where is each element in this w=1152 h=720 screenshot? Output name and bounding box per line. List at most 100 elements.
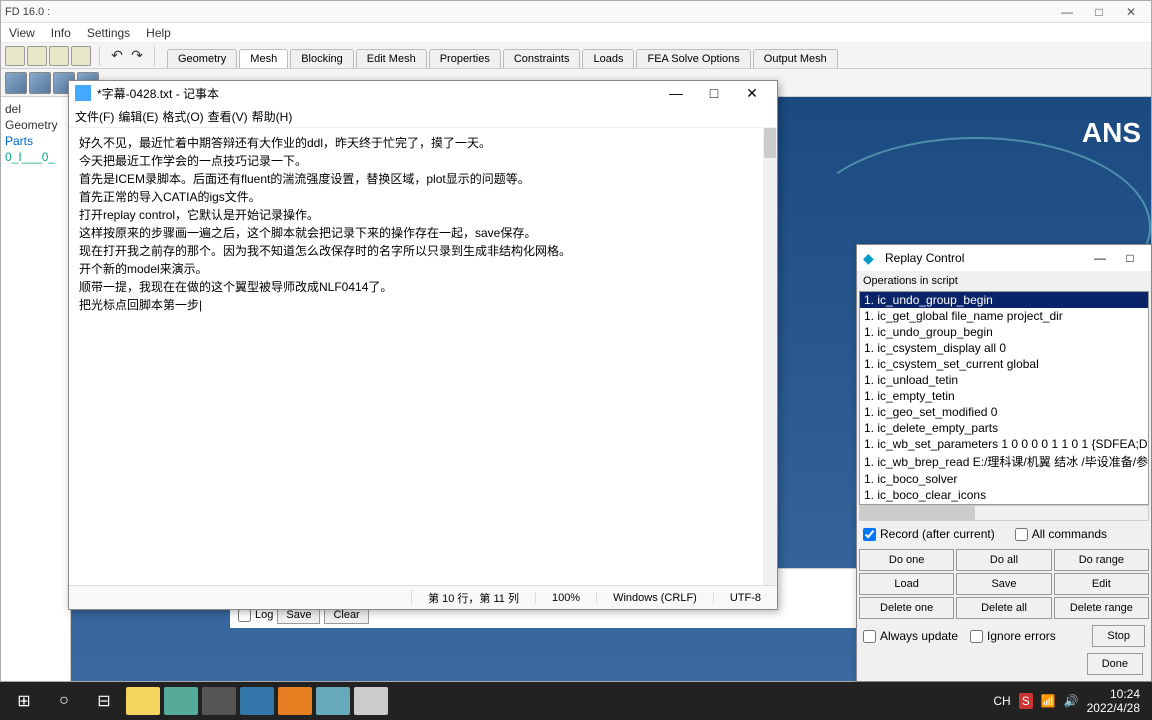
notepad-scrollbar[interactable] xyxy=(763,127,777,585)
tool-icon[interactable] xyxy=(27,46,47,66)
cortana-button[interactable]: ○ xyxy=(44,683,84,719)
list-item[interactable]: 1. ic_undo_group_begin xyxy=(860,324,1148,340)
notepad-menu: 文件(F) 编辑(E) 格式(O) 查看(V) 帮助(H) xyxy=(69,105,777,127)
notepad-text-area[interactable]: 好久不见，最近忙着中期答辩还有大作业的ddl，昨天终于忙完了，摸了一天。 今天把… xyxy=(69,127,777,585)
scroll-thumb[interactable] xyxy=(764,128,776,158)
menu-view[interactable]: 查看(V) xyxy=(208,108,248,125)
explorer-icon[interactable] xyxy=(126,687,160,715)
close-button[interactable]: ✕ xyxy=(1115,3,1147,21)
ime-indicator[interactable]: CH xyxy=(993,694,1010,708)
log-checkbox[interactable] xyxy=(238,609,251,622)
allcmd-checkbox[interactable] xyxy=(1015,528,1028,541)
minimize-button[interactable]: — xyxy=(1051,3,1083,21)
start-button[interactable]: ⊞ xyxy=(4,683,44,719)
stop-button[interactable]: Stop xyxy=(1092,625,1145,647)
list-item[interactable]: 1. ic_empty_tetin xyxy=(860,388,1148,404)
tree-node-leaf[interactable]: 0_I___0_ xyxy=(3,149,68,165)
tab-fea-solve[interactable]: FEA Solve Options xyxy=(636,49,750,68)
ignore-errors-checkbox[interactable] xyxy=(970,630,983,643)
save-button[interactable]: Save xyxy=(956,573,1051,595)
list-item[interactable]: 1. ic_unload_tetin xyxy=(860,372,1148,388)
app-icon[interactable] xyxy=(316,687,350,715)
terminal-icon[interactable] xyxy=(202,687,236,715)
tab-mesh[interactable]: Mesh xyxy=(239,49,288,68)
tab-loads[interactable]: Loads xyxy=(582,49,634,68)
tab-output-mesh[interactable]: Output Mesh xyxy=(753,49,838,68)
notepad-content[interactable]: 好久不见，最近忙着中期答辩还有大作业的ddl，昨天终于忙完了，摸了一天。 今天把… xyxy=(79,134,767,314)
status-position: 第 10 行，第 11 列 xyxy=(411,590,535,606)
tool-icon[interactable] xyxy=(71,46,91,66)
delete-one-button[interactable]: Delete one xyxy=(859,597,954,619)
menu-help[interactable]: 帮助(H) xyxy=(252,108,293,125)
network-icon[interactable]: 📶 xyxy=(1041,694,1056,708)
tab-blocking[interactable]: Blocking xyxy=(290,49,354,68)
list-item[interactable]: 1. ic_undo_group_begin xyxy=(860,292,1148,308)
do-all-button[interactable]: Do all xyxy=(956,549,1051,571)
maximize-button[interactable]: □ xyxy=(1083,3,1115,21)
taskview-button[interactable]: ⊟ xyxy=(84,683,124,719)
notepad-taskbar-icon[interactable] xyxy=(354,687,388,715)
replay-titlebar[interactable]: ◆ Replay Control — □ xyxy=(857,245,1151,271)
tray-icon[interactable]: S xyxy=(1019,693,1033,709)
list-item[interactable]: 1. ic_csystem_set_current global xyxy=(860,356,1148,372)
menu-file[interactable]: 文件(F) xyxy=(75,108,114,125)
scroll-thumb[interactable] xyxy=(860,506,975,520)
replay-hscrollbar[interactable] xyxy=(859,505,1149,521)
tab-edit-mesh[interactable]: Edit Mesh xyxy=(356,49,427,68)
menu-edit[interactable]: 编辑(E) xyxy=(118,108,158,125)
do-range-button[interactable]: Do range xyxy=(1054,549,1149,571)
list-item[interactable]: 1. ic_get_global file_name project_dir xyxy=(860,308,1148,324)
notepad-titlebar[interactable]: *字幕-0428.txt - 记事本 — □ ✕ xyxy=(69,81,777,105)
done-button[interactable]: Done xyxy=(1087,653,1143,675)
ignore-errors-label[interactable]: Ignore errors xyxy=(970,629,1056,643)
tab-geometry[interactable]: Geometry xyxy=(167,49,237,68)
minimize-button[interactable]: — xyxy=(657,82,695,104)
tool2-icon[interactable] xyxy=(29,72,51,94)
menu-settings[interactable]: Settings xyxy=(87,26,130,40)
tab-constraints[interactable]: Constraints xyxy=(503,49,581,68)
minimize-button[interactable]: — xyxy=(1085,251,1115,265)
close-button[interactable]: ✕ xyxy=(733,82,771,104)
volume-icon[interactable]: 🔊 xyxy=(1064,694,1079,708)
app-icon[interactable] xyxy=(240,687,274,715)
menu-format[interactable]: 格式(O) xyxy=(162,108,203,125)
tool-icon[interactable] xyxy=(49,46,69,66)
status-eol: Windows (CRLF) xyxy=(596,592,713,604)
delete-all-button[interactable]: Delete all xyxy=(956,597,1051,619)
tool2-icon[interactable] xyxy=(5,72,27,94)
record-checkbox[interactable] xyxy=(863,528,876,541)
list-item[interactable]: 1. ic_wb_brep_read E:/理科课/机翼 结冰 /毕设准备/参数… xyxy=(860,452,1148,471)
menu-info[interactable]: Info xyxy=(51,26,71,40)
app-icon[interactable] xyxy=(164,687,198,715)
toolbar-main: ↶ ↷ Geometry Mesh Blocking Edit Mesh Pro… xyxy=(1,43,1151,69)
load-button[interactable]: Load xyxy=(859,573,954,595)
model-tree[interactable]: del Geometry Parts 0_I___0_ xyxy=(1,97,71,681)
tree-node-parts[interactable]: Parts xyxy=(3,133,68,149)
always-update-label[interactable]: Always update xyxy=(863,629,958,643)
list-item[interactable]: 1. ic_wb_set_parameters 1 0 0 0 0 1 1 0 … xyxy=(860,436,1148,452)
list-item[interactable]: 1. ic_geo_set_modified 0 xyxy=(860,404,1148,420)
clock[interactable]: 10:24 2022/4/28 xyxy=(1087,687,1140,716)
do-one-button[interactable]: Do one xyxy=(859,549,954,571)
tree-node[interactable]: Geometry xyxy=(3,117,68,133)
maximize-button[interactable]: □ xyxy=(1115,251,1145,265)
edit-button[interactable]: Edit xyxy=(1054,573,1149,595)
delete-range-button[interactable]: Delete range xyxy=(1054,597,1149,619)
app-icon[interactable] xyxy=(278,687,312,715)
list-item[interactable]: 1. ic_boco_solver xyxy=(860,471,1148,487)
operations-list[interactable]: 1. ic_undo_group_begin 1. ic_get_global … xyxy=(859,291,1149,505)
record-checkbox-label[interactable]: Record (after current) xyxy=(863,527,995,541)
menu-help[interactable]: Help xyxy=(146,26,171,40)
redo-icon[interactable]: ↷ xyxy=(128,47,146,65)
allcmd-checkbox-label[interactable]: All commands xyxy=(1015,527,1107,541)
tool-icon[interactable] xyxy=(5,46,25,66)
list-item[interactable]: 1. ic_csystem_display all 0 xyxy=(860,340,1148,356)
menu-view[interactable]: View xyxy=(9,26,35,40)
undo-icon[interactable]: ↶ xyxy=(108,47,126,65)
tab-properties[interactable]: Properties xyxy=(429,49,501,68)
maximize-button[interactable]: □ xyxy=(695,82,733,104)
list-item[interactable]: 1. ic_delete_empty_parts xyxy=(860,420,1148,436)
always-update-checkbox[interactable] xyxy=(863,630,876,643)
list-item[interactable]: 1. ic_boco_clear_icons xyxy=(860,487,1148,503)
tree-node[interactable]: del xyxy=(3,101,68,117)
